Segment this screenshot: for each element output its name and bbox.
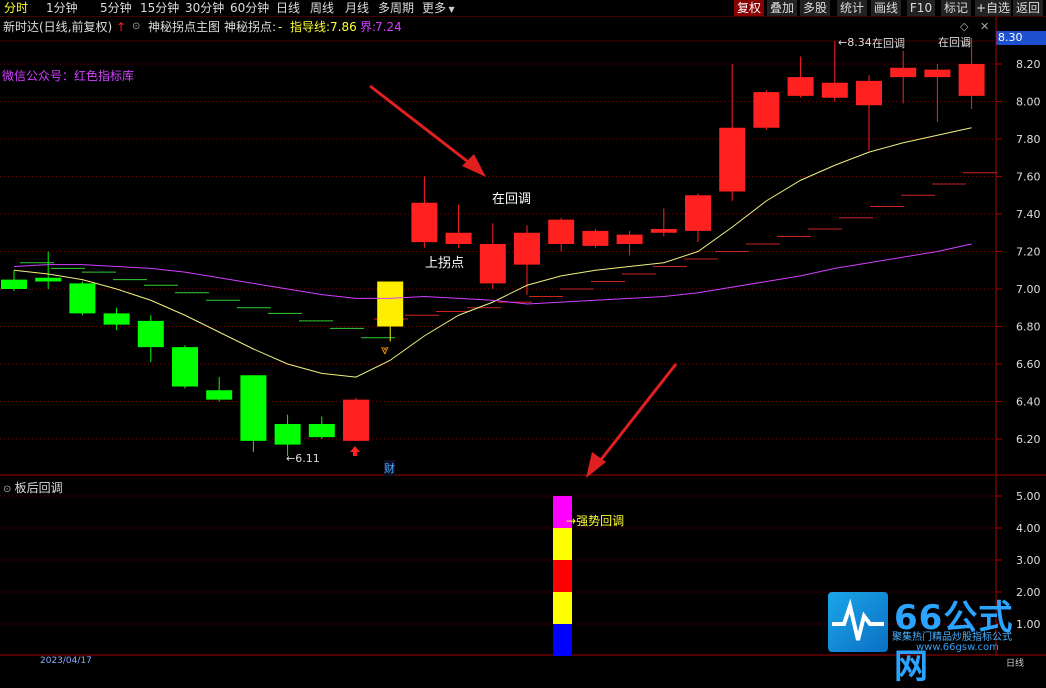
candle-body: [1, 279, 27, 289]
sub-tick-label: 3.00: [1016, 554, 1041, 567]
price-tick-label: 8.00: [1016, 96, 1041, 109]
logo-url: www.66gsw.com: [916, 642, 999, 653]
buy-arrow-icon: [350, 446, 360, 456]
logo-mark-icon: [828, 592, 888, 652]
period-label: 日线: [1006, 659, 1025, 669]
sub-chart-title[interactable]: ⊙ 板后回调: [3, 479, 63, 496]
callout-arrow-line: [369, 84, 477, 170]
candle-body: [445, 232, 472, 244]
high-price-marker: ←8.34: [838, 36, 872, 49]
price-tick-label: 6.80: [1016, 321, 1041, 334]
candle-body: [890, 67, 917, 78]
candle-body: [787, 77, 814, 96]
candle-body: [377, 281, 404, 327]
candlesticks: [1, 37, 985, 456]
candle-body: [753, 92, 780, 128]
sub-tick-label: 5.00: [1016, 490, 1041, 503]
logo-subtitle: 聚集热门精品炒股指标公式: [892, 632, 1012, 643]
strong-pullback-label: →强势回调: [566, 514, 625, 528]
date-label: 2023/04/17: [40, 656, 92, 666]
strong-pullback-text: 强势回调: [576, 514, 625, 528]
price-tick-label: 7.80: [1016, 133, 1041, 146]
sub-tick-label: 4.00: [1016, 522, 1041, 535]
candle-body: [650, 229, 677, 233]
candle-body: [685, 195, 711, 231]
pullback-label-1: 在回调: [492, 192, 532, 207]
candle-body: [103, 313, 130, 325]
candle-body: [616, 234, 643, 244]
candle-body: [343, 399, 369, 441]
price-tick-label: 7.20: [1016, 246, 1041, 259]
pullback-bar-segment: [553, 560, 572, 592]
callout-arrow-head: [462, 154, 486, 177]
candle-body: [719, 127, 746, 192]
candle-body: [548, 219, 575, 244]
candle-body: [958, 64, 985, 96]
candle-body: [821, 82, 848, 98]
pullback-label-3: 在回调: [872, 37, 905, 50]
price-tick-label: 6.40: [1016, 396, 1041, 409]
price-tick-label: 8.20: [1016, 58, 1041, 71]
price-tick-label: 6.60: [1016, 358, 1041, 371]
sub-chart-title-text: 板后回调: [14, 481, 63, 495]
pullback-bar-segment: [553, 528, 572, 560]
price-tick-label: 7.00: [1016, 283, 1041, 296]
candle-body: [172, 347, 198, 387]
chevron-circle-icon: ⊙: [3, 484, 15, 495]
price-tick-label: 7.40: [1016, 208, 1041, 221]
signal-icon: ⩔: [381, 342, 389, 358]
candle-body: [240, 375, 267, 441]
callout-arrow-line: [594, 363, 678, 467]
candle-body: [137, 320, 164, 348]
candle-body: [582, 230, 609, 246]
finance-badge[interactable]: 财: [384, 460, 395, 476]
chart-canvas: 8.20 8.00 7.80 7.60 7.40 7.20 7.00 6.80 6.60 6.40…: [0, 17, 1046, 656]
low-price-marker: ←6.11: [286, 452, 320, 465]
pullback-bar-segment: [553, 592, 572, 624]
candle-body: [514, 232, 540, 265]
site-logo: 66公式网 聚集热门精品炒股指标公式 www.66gsw.com: [826, 590, 1046, 687]
price-axis: 8.20 8.00 7.80 7.60 7.40 7.20 7.00 6.80 6.60 6.40…: [996, 58, 1041, 446]
pullback-bar-segment: [553, 624, 572, 656]
candle-body: [924, 69, 951, 78]
candle-body: [274, 424, 301, 445]
turn-point-label: 上拐点: [425, 256, 465, 271]
candle-body: [35, 277, 62, 282]
candle-body: [856, 80, 882, 106]
candle-body: [206, 390, 233, 400]
candle-body: [69, 283, 96, 314]
candle-body: [479, 244, 506, 284]
price-tick-label: 7.60: [1016, 171, 1041, 184]
candle-body: [308, 424, 335, 438]
price-tick-label: 6.20: [1016, 433, 1041, 446]
candle-body: [411, 202, 438, 243]
pullback-label-2: 在回调: [938, 36, 971, 49]
